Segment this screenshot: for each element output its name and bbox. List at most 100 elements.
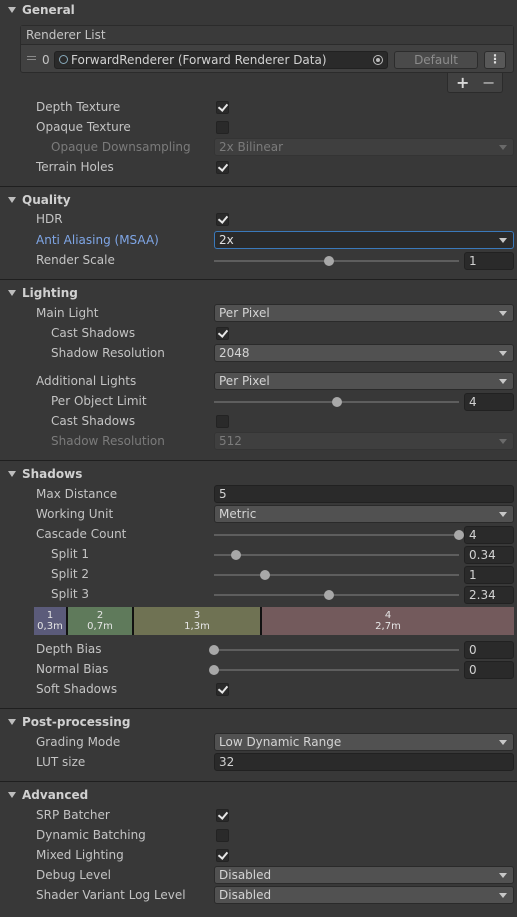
normal-bias-field[interactable]: 0 — [464, 661, 514, 679]
per-object-limit-label: Per Object Limit — [51, 394, 147, 408]
soft-shadows-checkbox[interactable] — [216, 683, 229, 696]
renderer-object-field[interactable]: ForwardRenderer (Forward Renderer Data) — [54, 51, 388, 69]
renderer-list-title: Renderer List — [26, 28, 106, 42]
main-cast-shadows-label: Cast Shadows — [51, 326, 136, 340]
depth-texture-checkbox[interactable] — [216, 101, 229, 114]
dropdown-value: 2x — [219, 233, 234, 247]
shader-variant-log-dropdown[interactable]: Disabled — [214, 886, 514, 904]
max-distance-field[interactable]: 5 — [214, 485, 514, 503]
chevron-down-icon — [499, 238, 507, 243]
render-scale-slider[interactable] — [214, 256, 459, 266]
section-lighting[interactable]: Lighting — [8, 285, 78, 301]
section-general[interactable]: General — [8, 2, 75, 18]
terrain-holes-label: Terrain Holes — [36, 160, 114, 174]
opaque-texture-checkbox[interactable] — [216, 121, 229, 134]
per-object-limit-field[interactable]: 4 — [464, 393, 514, 411]
depth-texture-label: Depth Texture — [36, 100, 121, 114]
lut-size-field[interactable]: 32 — [214, 753, 514, 771]
chevron-down-icon — [499, 379, 507, 384]
section-title: General — [22, 3, 75, 17]
section-quality[interactable]: Quality — [8, 192, 71, 208]
opaque-texture-label: Opaque Texture — [36, 120, 131, 134]
srp-batcher-checkbox[interactable] — [216, 809, 229, 822]
more-options-icon[interactable]: ⋮ — [484, 51, 506, 69]
normal-bias-label: Normal Bias — [36, 662, 109, 676]
main-light-dropdown[interactable]: Per Pixel — [214, 304, 514, 322]
cascade-count-label: Cascade Count — [36, 527, 127, 541]
slider-knob[interactable] — [454, 530, 464, 540]
max-distance-label: Max Distance — [36, 487, 118, 501]
add-shadow-resolution-label: Shadow Resolution — [51, 434, 165, 448]
divider — [0, 708, 517, 709]
terrain-holes-checkbox[interactable] — [216, 161, 229, 174]
lut-size-label: LUT size — [36, 755, 86, 769]
divider — [0, 460, 517, 461]
anti-aliasing-label: Anti Aliasing (MSAA) — [36, 233, 159, 247]
debug-level-dropdown[interactable]: Disabled — [214, 866, 514, 884]
split1-label: Split 1 — [51, 547, 90, 561]
foldout-arrow-icon — [8, 290, 16, 296]
mixed-lighting-checkbox[interactable] — [216, 849, 229, 862]
cascade-segment-1[interactable]: 1 0,3m — [34, 607, 66, 635]
foldout-arrow-icon — [8, 792, 16, 798]
slider-knob[interactable] — [331, 397, 342, 407]
split2-slider[interactable] — [214, 570, 459, 580]
render-scale-field[interactable]: 1 — [464, 252, 514, 270]
split3-label: Split 3 — [51, 587, 90, 601]
foldout-arrow-icon — [8, 471, 16, 477]
cascade-segment-3[interactable]: 3 1,3m — [134, 607, 260, 635]
cascade-count-slider[interactable] — [214, 530, 464, 540]
object-picker-icon[interactable] — [373, 55, 383, 65]
grading-mode-dropdown[interactable]: Low Dynamic Range — [214, 733, 514, 751]
cascade-count-field[interactable]: 4 — [464, 526, 514, 544]
add-icon[interactable]: + — [456, 73, 469, 92]
chevron-down-icon — [499, 439, 507, 444]
split1-field[interactable]: 0.34 — [464, 546, 514, 564]
anti-aliasing-dropdown[interactable]: 2x — [214, 231, 514, 249]
working-unit-dropdown[interactable]: Metric — [214, 505, 514, 523]
slider-knob[interactable] — [260, 570, 271, 580]
shader-variant-log-label: Shader Variant Log Level — [36, 888, 186, 902]
main-cast-shadows-checkbox[interactable] — [216, 327, 229, 340]
split3-field[interactable]: 2.34 — [464, 586, 514, 604]
split1-slider[interactable] — [214, 550, 459, 560]
additional-lights-dropdown[interactable]: Per Pixel — [214, 372, 514, 390]
split2-field[interactable]: 1 — [464, 566, 514, 584]
grading-mode-label: Grading Mode — [36, 735, 121, 749]
slider-knob[interactable] — [209, 665, 219, 675]
depth-bias-field[interactable]: 0 — [464, 641, 514, 659]
slider-knob[interactable] — [231, 550, 242, 560]
section-postprocessing[interactable]: Post-processing — [8, 714, 130, 730]
main-shadow-resolution-label: Shadow Resolution — [51, 346, 165, 360]
section-advanced[interactable]: Advanced — [8, 787, 88, 803]
cascade-segment-4[interactable]: 4 2,7m — [262, 607, 514, 635]
per-object-limit-slider[interactable] — [214, 397, 459, 407]
slider-knob[interactable] — [324, 256, 335, 266]
soft-shadows-label: Soft Shadows — [36, 682, 118, 696]
dynamic-batching-label: Dynamic Batching — [36, 828, 146, 842]
foldout-arrow-icon — [8, 719, 16, 725]
section-title: Quality — [22, 193, 71, 207]
remove-icon[interactable]: − — [482, 73, 495, 92]
opaque-downsampling-dropdown: 2x Bilinear — [214, 138, 514, 156]
dynamic-batching-checkbox[interactable] — [216, 829, 229, 842]
add-cast-shadows-checkbox[interactable] — [216, 415, 229, 428]
cascade-index: 4 — [384, 610, 392, 621]
slider-knob[interactable] — [324, 590, 335, 600]
cascade-index: 3 — [193, 610, 201, 621]
slider-knob[interactable] — [209, 645, 219, 655]
cascade-segment-2[interactable]: 2 0,7m — [68, 607, 132, 635]
chevron-down-icon — [499, 311, 507, 316]
depth-bias-slider[interactable] — [209, 645, 459, 655]
default-button[interactable]: Default — [394, 51, 478, 69]
dropdown-value: 512 — [219, 434, 242, 448]
hdr-checkbox[interactable] — [216, 213, 229, 226]
section-shadows[interactable]: Shadows — [8, 466, 82, 482]
dropdown-value: 2x Bilinear — [219, 140, 284, 154]
dropdown-value: Disabled — [219, 868, 272, 882]
main-light-label: Main Light — [36, 306, 99, 320]
normal-bias-slider[interactable] — [209, 665, 459, 675]
main-shadow-resolution-dropdown[interactable]: 2048 — [214, 344, 514, 362]
split3-slider[interactable] — [214, 590, 459, 600]
cascade-distance: 1,3m — [184, 621, 210, 632]
